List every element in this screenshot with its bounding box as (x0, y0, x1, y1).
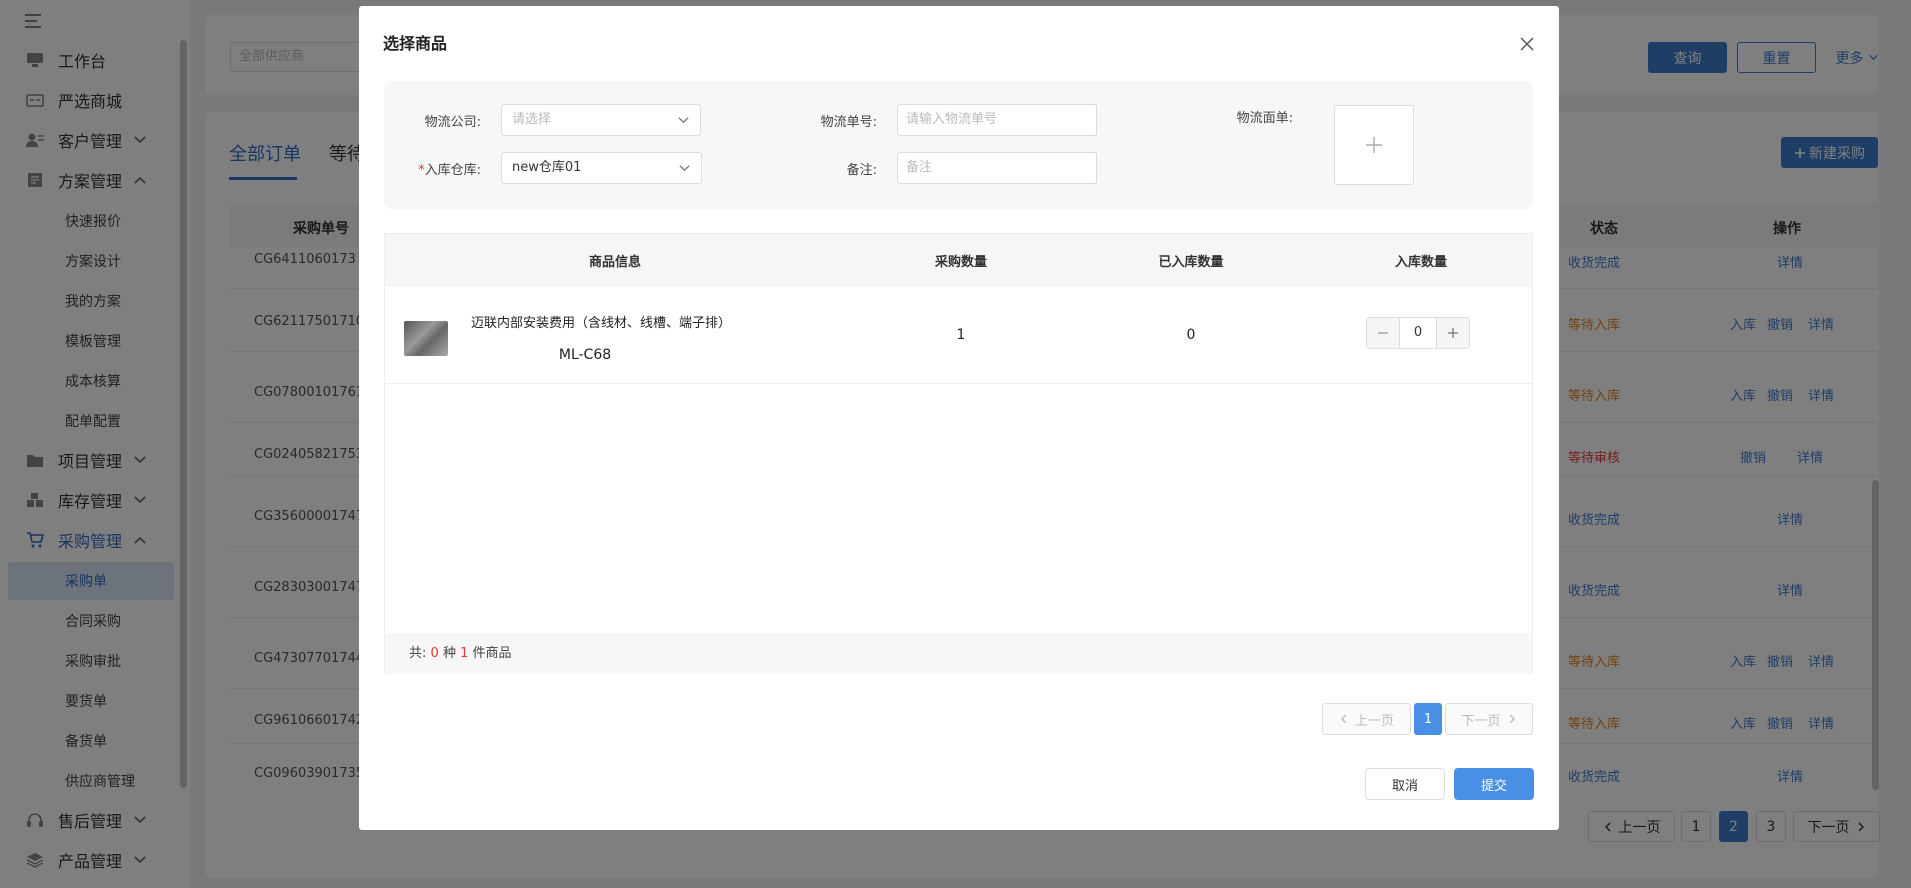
summary-prefix: 共: (409, 646, 427, 661)
cancel-button[interactable]: 取消 (1365, 768, 1445, 800)
waybill-upload-button[interactable] (1334, 105, 1414, 185)
plus-icon (1364, 135, 1384, 155)
column-header-inbound-qty: 入库数量 (1394, 255, 1448, 270)
select-product-dialog: 选择商品 物流公司: 请选择 物流单号: 请输入物流单号 物流面单: *入库仓库… (359, 6, 1559, 830)
plus-icon[interactable] (1437, 318, 1469, 348)
product-table: 商品信息 采购数量 已入库数量 入库数量 迈联内部安装费用（含线材、线槽、端子排… (384, 233, 1533, 674)
remark-label: 备注: (846, 163, 877, 178)
column-header-received-qty: 已入库数量 (1158, 255, 1224, 270)
tracking-no-input[interactable]: 请输入物流单号 (897, 104, 1097, 136)
product-thumbnail (404, 321, 448, 356)
product-summary: 共: 0 种 1 件商品 (385, 633, 1532, 674)
warehouse-label: *入库仓库: (401, 159, 481, 178)
column-header-product-info: 商品信息 (588, 255, 642, 270)
submit-button[interactable]: 提交 (1454, 768, 1534, 800)
minus-icon[interactable] (1367, 318, 1399, 348)
logistics-company-label: 物流公司: (424, 115, 481, 130)
dialog-prev-page-button[interactable]: 上一页 (1322, 703, 1411, 735)
summary-kinds-unit: 种 (442, 646, 456, 661)
inbound-qty-input[interactable]: 0 (1399, 318, 1437, 348)
summary-count-unit: 件商品 (472, 646, 512, 661)
product-code: ML-C68 (558, 347, 612, 363)
logistics-company-placeholder: 请选择 (512, 112, 552, 127)
warehouse-label-text: 入库仓库: (424, 163, 481, 178)
close-icon[interactable] (1515, 32, 1539, 56)
chevron-right-icon (1507, 714, 1517, 724)
product-name: 迈联内部安装费用（含线材、线槽、端子排） (471, 316, 732, 331)
table-row: 迈联内部安装费用（含线材、线槽、端子排） ML-C68 1 0 0 (385, 287, 1532, 384)
chevron-down-icon (677, 161, 691, 175)
warehouse-value: new仓库01 (512, 160, 582, 175)
chevron-down-icon (676, 113, 690, 127)
summary-kinds: 0 (430, 646, 439, 661)
waybill-label: 物流面单: (1236, 111, 1293, 126)
inbound-qty-stepper: 0 (1366, 317, 1470, 349)
dialog-next-page-button[interactable]: 下一页 (1445, 703, 1533, 735)
dialog-prev-page-label: 上一页 (1354, 713, 1394, 729)
tracking-no-label: 物流单号: (820, 115, 877, 130)
dialog-title: 选择商品 (383, 34, 448, 53)
dialog-next-page-label: 下一页 (1461, 713, 1501, 729)
purchase-qty: 1 (956, 327, 966, 343)
remark-input[interactable]: 备注 (897, 152, 1097, 184)
summary-count: 1 (460, 646, 469, 661)
column-header-purchase-qty: 采购数量 (934, 255, 988, 270)
logistics-company-select[interactable]: 请选择 (501, 104, 701, 136)
product-table-header: 商品信息 采购数量 已入库数量 入库数量 (385, 234, 1532, 287)
dialog-page-button-1[interactable]: 1 (1414, 703, 1442, 735)
warehouse-select[interactable]: new仓库01 (501, 152, 702, 184)
chevron-left-icon (1339, 714, 1349, 724)
received-qty: 0 (1186, 327, 1196, 343)
